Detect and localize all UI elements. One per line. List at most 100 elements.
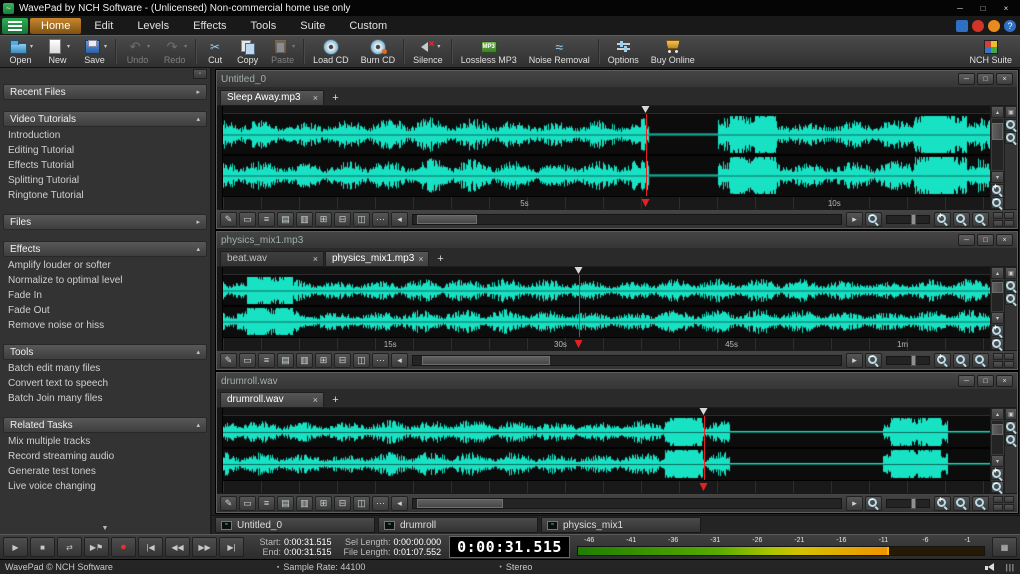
zoom-slider[interactable] xyxy=(886,356,930,365)
sidebar-item-introduction[interactable]: Introduction xyxy=(0,128,210,143)
zoom-out-button[interactable]: − xyxy=(865,496,882,511)
copy-button[interactable]: Copy xyxy=(231,36,264,67)
mini-view-button[interactable] xyxy=(993,212,1003,219)
zoom-in-button[interactable]: + xyxy=(934,496,951,511)
new-tab-button[interactable]: + xyxy=(328,392,343,407)
zoom-to-fit-button[interactable] xyxy=(972,496,989,511)
redo-button[interactable]: ▾Redo xyxy=(156,36,193,67)
horizontal-scroll-thumb[interactable] xyxy=(417,499,503,508)
zoom-out-vertical-button[interactable]: − xyxy=(991,338,1004,350)
tab-close-icon[interactable]: × xyxy=(418,254,423,264)
zoom-slider-thumb[interactable] xyxy=(911,498,916,509)
cut-button[interactable]: Cut xyxy=(199,36,231,67)
rewind-button[interactable]: ◀◀ xyxy=(165,537,190,557)
feedback-icon[interactable] xyxy=(988,20,1000,32)
tool-button-3[interactable]: ▤ xyxy=(277,212,294,227)
mini-view-button[interactable] xyxy=(993,504,1003,511)
document-window-titlebar[interactable]: drumroll.wav─□× xyxy=(217,373,1017,389)
noise-removal-button[interactable]: Noise Removal xyxy=(523,36,596,67)
tool-button-6[interactable]: ⊟ xyxy=(334,496,351,511)
skip-to-end-button[interactable]: ▶| xyxy=(219,537,244,557)
scroll-left-button[interactable]: ◂ xyxy=(391,353,408,368)
loop-button[interactable]: ⇄ xyxy=(57,537,82,557)
sidebar-item-mix-multiple-tracks[interactable]: Mix multiple tracks xyxy=(0,434,210,449)
burn-cd-button[interactable]: Burn CD xyxy=(355,36,402,67)
speaker-icon[interactable] xyxy=(985,563,997,572)
zoom-selection-button[interactable] xyxy=(1005,132,1017,144)
sidebar-item-batch-join-many-files[interactable]: Batch Join many files xyxy=(0,391,210,406)
minimize-button[interactable]: ─ xyxy=(949,2,971,15)
zoom-to-fit-button[interactable] xyxy=(972,353,989,368)
buy-online-button[interactable]: Buy Online xyxy=(645,36,701,67)
window-minimize-button[interactable]: ─ xyxy=(958,375,975,387)
tab-suite[interactable]: Suite xyxy=(289,18,336,34)
document-window-titlebar[interactable]: physics_mix1.mp3─□× xyxy=(217,232,1017,248)
window-minimize-button[interactable]: ─ xyxy=(958,73,975,85)
sidebar-item-ringtone-tutorial[interactable]: Ringtone Tutorial xyxy=(0,188,210,203)
tab-custom[interactable]: Custom xyxy=(338,18,398,34)
edit-mode-button[interactable]: ✎ xyxy=(220,353,237,368)
sidebar-item-fade-in[interactable]: Fade In xyxy=(0,288,210,303)
tool-button-3[interactable]: ▤ xyxy=(277,496,294,511)
tool-button-6[interactable]: ⊟ xyxy=(334,212,351,227)
scroll-left-button[interactable]: ◂ xyxy=(391,496,408,511)
tool-button-6[interactable]: ⊟ xyxy=(334,353,351,368)
edit-mode-button[interactable]: ✎ xyxy=(220,212,237,227)
marker-strip[interactable] xyxy=(223,408,990,416)
vertical-scrollbar[interactable] xyxy=(992,280,1003,311)
tab-effects[interactable]: Effects xyxy=(182,18,237,34)
tool-button-7[interactable]: ◫ xyxy=(353,496,370,511)
tool-button-2[interactable]: ≡ xyxy=(258,496,275,511)
horizontal-scrollbar[interactable] xyxy=(412,355,842,366)
zoom-slider-thumb[interactable] xyxy=(911,355,916,366)
window-restore-button[interactable]: □ xyxy=(977,73,994,85)
new-button[interactable]: ▾New xyxy=(39,36,76,67)
sidebar-item-convert-text-to-speech[interactable]: Convert text to speech xyxy=(0,376,210,391)
mini-view-button[interactable] xyxy=(1004,361,1014,368)
tab-home[interactable]: Home xyxy=(30,18,81,34)
tool-button-4[interactable]: ▥ xyxy=(296,496,313,511)
mini-view-button[interactable] xyxy=(1004,212,1014,219)
mini-view-button[interactable] xyxy=(1004,496,1014,503)
taskbar-item-untitled-0[interactable]: ≈Untitled_0 xyxy=(215,517,375,533)
tool-button-1[interactable]: ▭ xyxy=(239,212,256,227)
taskbar-item-physics-mix1[interactable]: ≈physics_mix1 xyxy=(541,517,701,533)
sidebar-item-effects-tutorial[interactable]: Effects Tutorial xyxy=(0,158,210,173)
zoom-out-button[interactable]: − xyxy=(865,212,882,227)
edit-mode-button[interactable]: ✎ xyxy=(220,496,237,511)
scroll-up-button[interactable]: ▴ xyxy=(991,408,1004,420)
tool-button-8[interactable]: ⋯ xyxy=(372,496,389,511)
sidebar-section-tools[interactable]: Tools▴ xyxy=(3,344,207,360)
window-options-button[interactable]: ▣ xyxy=(1005,408,1017,420)
window-minimize-button[interactable]: ─ xyxy=(958,234,975,246)
tool-button-1[interactable]: ▭ xyxy=(239,353,256,368)
document-tab-beat-wav[interactable]: beat.wav× xyxy=(220,251,324,266)
sidebar-item-normalize-to-optimal-level[interactable]: Normalize to optimal level xyxy=(0,273,210,288)
zoom-slider[interactable] xyxy=(886,499,930,508)
mini-view-button[interactable] xyxy=(1004,220,1014,227)
tab-close-icon[interactable]: × xyxy=(313,93,318,103)
window-restore-button[interactable]: □ xyxy=(977,375,994,387)
vertical-scrollbar[interactable] xyxy=(992,421,1003,454)
tab-tools[interactable]: Tools xyxy=(240,18,288,34)
zoom-out-button[interactable]: − xyxy=(865,353,882,368)
timeline-ruler[interactable]: 15s30s45s1m xyxy=(223,337,990,350)
scroll-up-button[interactable]: ▴ xyxy=(991,267,1004,279)
document-tab-drumroll-wav[interactable]: drumroll.wav× xyxy=(220,392,324,407)
undo-button[interactable]: ▾Undo xyxy=(119,36,156,67)
window-close-button[interactable]: × xyxy=(996,375,1013,387)
close-button[interactable]: × xyxy=(995,2,1017,15)
sidebar-section-video-tutorials[interactable]: Video Tutorials▴ xyxy=(3,111,207,127)
tab-close-icon[interactable]: × xyxy=(313,254,318,264)
vertical-scroll-thumb[interactable] xyxy=(992,123,1003,140)
tool-button-3[interactable]: ▤ xyxy=(277,353,294,368)
sidebar-item-editing-tutorial[interactable]: Editing Tutorial xyxy=(0,143,210,158)
tool-button-2[interactable]: ≡ xyxy=(258,212,275,227)
tool-button-5[interactable]: ⊞ xyxy=(315,353,332,368)
new-tab-button[interactable]: + xyxy=(433,251,448,266)
waveform-canvas[interactable] xyxy=(223,275,990,337)
zoom-to-selection-button[interactable] xyxy=(953,212,970,227)
marker-strip[interactable] xyxy=(223,106,990,114)
community-icon[interactable] xyxy=(972,20,984,32)
lossless-mp3-button[interactable]: Lossless MP3 xyxy=(455,36,523,67)
